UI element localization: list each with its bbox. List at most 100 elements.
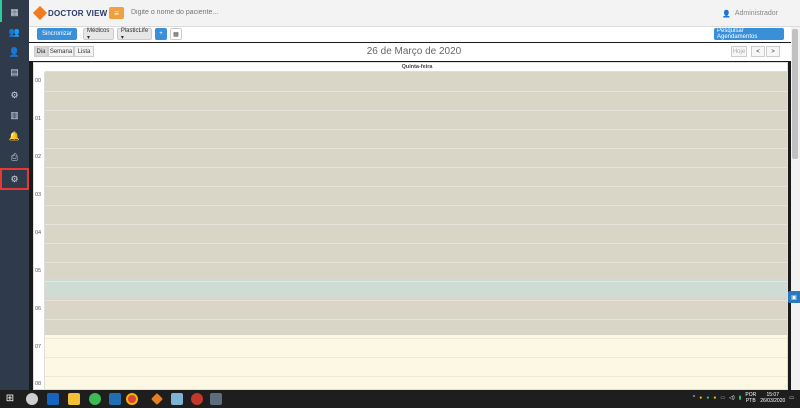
prev-button[interactable]: <: [751, 46, 765, 57]
hour-label: 05: [35, 268, 42, 274]
next-button[interactable]: >: [766, 46, 780, 57]
windows-taskbar: ⊞ ^ ● ● ● ▭ ◁) ▮ POR PTB 15:07 26/03/202…: [0, 390, 800, 408]
menu-toggle-button[interactable]: ≡: [109, 7, 124, 19]
view-list-tab[interactable]: Lista: [74, 46, 94, 57]
sidebar-item-tools[interactable]: ⚙: [0, 168, 29, 190]
slot-line: [45, 357, 787, 358]
notifications-icon[interactable]: ▭: [789, 395, 794, 401]
tray-icon[interactable]: ●: [706, 395, 709, 401]
sidebar-item-settings[interactable]: ⚙: [0, 85, 29, 105]
report-icon: ▤: [10, 66, 19, 77]
view-day-tab[interactable]: Dia: [34, 46, 48, 57]
clock[interactable]: 15:07 26/03/2020: [760, 392, 785, 404]
tray-icon[interactable]: ●: [699, 395, 702, 401]
app-icon-3[interactable]: [109, 393, 121, 405]
print-icon: ⎙: [10, 151, 19, 162]
app-icon-5[interactable]: [171, 393, 183, 405]
closed-slots-band[interactable]: [45, 298, 787, 335]
chat-icon: ▣: [791, 294, 797, 301]
tray-icon[interactable]: ●: [713, 395, 716, 401]
user-add-icon: 👤: [8, 46, 21, 57]
calendar-header: Dia Semana Lista 26 de Março de 2020 Hoj…: [29, 43, 791, 61]
view-list-label: Lista: [77, 48, 91, 55]
hour-label: 06: [35, 306, 42, 312]
scrollbar-thumb[interactable]: [792, 29, 798, 159]
sidebar-item-reports[interactable]: ▤: [0, 62, 29, 82]
bell-icon: 🔔: [8, 130, 21, 141]
calendar-picker-button[interactable]: ▦: [170, 28, 182, 40]
system-tray: ^ ● ● ● ▭ ◁) ▮ POR PTB 15:07 26/03/2020 …: [693, 392, 794, 404]
view-week-label: Semana: [49, 48, 73, 55]
battery-icon[interactable]: ▮: [739, 395, 742, 401]
page-scrollbar[interactable]: [791, 27, 800, 390]
slot-line: [45, 224, 787, 225]
calendar-icon: ▦: [10, 6, 19, 17]
chrome-icon[interactable]: [126, 393, 138, 405]
logo-text: DOCTOR VIEW: [48, 8, 108, 18]
network-icon[interactable]: ▭: [720, 395, 725, 401]
slot-line: [45, 205, 787, 206]
slot-line: [45, 243, 787, 244]
app-icon-2[interactable]: [89, 393, 101, 405]
language-indicator[interactable]: POR PTB: [745, 392, 756, 404]
time-gutter: 00 01 02 03 04 05 06 07 08: [34, 72, 45, 389]
sync-button[interactable]: Sincronizar: [37, 28, 77, 40]
slot-line: [45, 167, 787, 168]
hour-label: 08: [35, 381, 42, 387]
sidebar-item-print[interactable]: ⎙: [0, 147, 29, 167]
app-icon-4[interactable]: [151, 393, 163, 405]
open-slots-band[interactable]: [45, 335, 787, 389]
windows-start-icon[interactable]: ⊞: [4, 393, 16, 405]
today-label: Hoje: [732, 48, 746, 55]
closed-slots-band[interactable]: [45, 72, 787, 279]
volume-icon[interactable]: ◁): [729, 395, 735, 401]
building-icon: ▥: [10, 109, 19, 120]
app-window: ▦ 👥 👤 ▤ ⚙ ▥ 🔔 ⎙ ⚙ DOCTOR VIEW ≡ 👤 Admini…: [0, 0, 800, 408]
chat-widget-button[interactable]: ▣: [788, 291, 800, 303]
sidebar-item-clinic[interactable]: ▥: [0, 105, 29, 125]
calendar-title: 26 de Março de 2020: [366, 46, 462, 57]
sync-label: Sincronizar: [41, 31, 72, 37]
app-icon-7[interactable]: [210, 393, 222, 405]
folder-icon[interactable]: [68, 393, 80, 405]
logo[interactable]: DOCTOR VIEW: [32, 5, 108, 21]
slot-line: [45, 300, 787, 301]
slot-line: [45, 91, 787, 92]
logo-icon: [32, 5, 48, 21]
plus-icon: +: [159, 31, 163, 37]
app-icon-1[interactable]: [26, 393, 38, 405]
search-appointments-label: Pesquisar Agendamentos: [717, 28, 758, 40]
topbar: DOCTOR VIEW ≡ 👤 Administrador: [29, 0, 800, 27]
view-week-tab[interactable]: Semana: [48, 46, 74, 57]
patient-search-input[interactable]: [131, 9, 331, 16]
chevron-right-icon: >: [771, 48, 775, 55]
slot-line: [45, 376, 787, 377]
sidebar-item-patients[interactable]: 👥: [0, 22, 29, 42]
today-button[interactable]: Hoje: [731, 46, 747, 57]
slot-line: [45, 319, 787, 320]
sidebar-item-calendar[interactable]: ▦: [0, 2, 29, 22]
time-slots-area[interactable]: [45, 72, 787, 389]
search-appointments-button[interactable]: Pesquisar Agendamentos: [714, 28, 784, 40]
sidebar-item-add-user[interactable]: 👤: [0, 42, 29, 62]
add-button[interactable]: +: [155, 28, 167, 40]
slot-line: [45, 186, 787, 187]
app-icon-6[interactable]: [191, 393, 203, 405]
sidebar: ▦ 👥 👤 ▤ ⚙ ▥ 🔔 ⎙ ⚙: [0, 0, 29, 390]
slot-line: [45, 129, 787, 130]
tray-chevron-icon[interactable]: ^: [693, 395, 695, 401]
view-day-label: Dia: [36, 48, 46, 55]
doctors-dropdown[interactable]: Médicos ▾: [83, 27, 114, 41]
clinic-dropdown[interactable]: PlasticLife ▾: [117, 27, 152, 41]
slot-line: [45, 338, 787, 339]
clinic-label: PlasticLife ▾: [120, 27, 149, 41]
doctors-label: Médicos ▾: [87, 27, 110, 41]
calendar-small-icon: ▦: [173, 31, 179, 38]
outlook-icon[interactable]: [47, 393, 59, 405]
toolbar: Sincronizar Médicos ▾ PlasticLife ▾ + ▦ …: [29, 27, 791, 42]
sidebar-item-notifications[interactable]: 🔔: [0, 126, 29, 146]
user-menu[interactable]: 👤 Administrador: [722, 10, 778, 18]
slot-line: [45, 148, 787, 149]
chevron-left-icon: <: [756, 48, 760, 55]
clock-date: 26/03/2020: [760, 398, 786, 404]
